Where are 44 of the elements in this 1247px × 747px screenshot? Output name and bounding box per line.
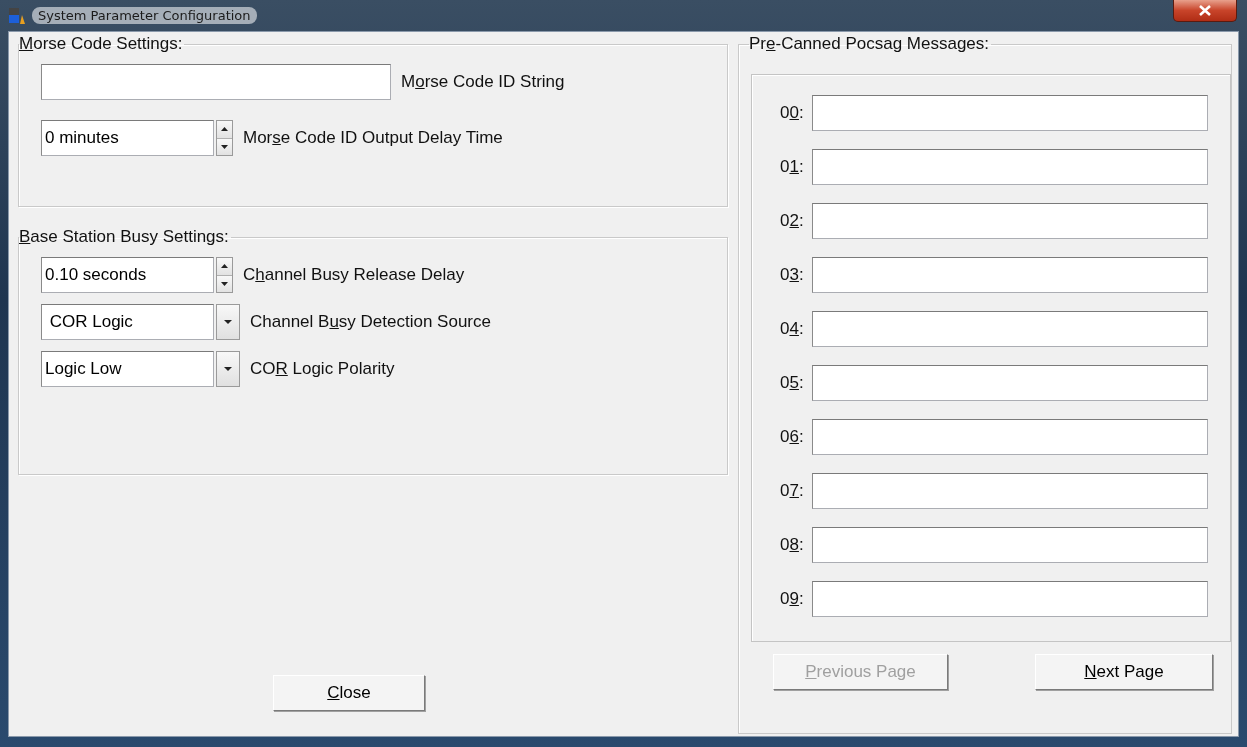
dropdown-caret-icon[interactable] <box>216 351 240 387</box>
message-number: 02: <box>780 211 805 231</box>
group-title: Pre-Canned Pocsag Messages: <box>749 34 991 54</box>
close-button[interactable]: Close <box>273 675 425 711</box>
spin-field[interactable]: 0.10 seconds <box>41 257 214 293</box>
message-number: 05: <box>780 373 805 393</box>
message-field[interactable] <box>812 149 1208 185</box>
group-title: Morse Code Settings: <box>19 34 184 54</box>
group-title: Base Station Busy Settings: <box>19 227 230 247</box>
message-number: 09: <box>780 589 805 609</box>
window-title: System Parameter Configuration <box>32 7 257 24</box>
field-label: Morse Code ID Output Delay Time <box>243 128 503 148</box>
spin-buttons[interactable] <box>216 257 233 293</box>
app-icon <box>8 6 26 25</box>
spin-field[interactable]: 0 minutes <box>41 120 214 156</box>
message-number: 03: <box>780 265 805 285</box>
message-number: 00: <box>780 103 805 123</box>
message-field[interactable] <box>812 365 1208 401</box>
field-label: Morse Code ID String <box>401 72 565 92</box>
spin-buttons[interactable] <box>216 120 233 156</box>
message-field[interactable] <box>812 95 1208 131</box>
message-number: 04: <box>780 319 805 339</box>
field-label: COR Logic Polarity <box>250 359 395 379</box>
spin-up-icon[interactable] <box>217 258 232 276</box>
field-label: Channel Busy Release Delay <box>243 265 465 285</box>
message-field[interactable] <box>812 419 1208 455</box>
dropdown-field[interactable]: COR Logic <box>41 304 214 340</box>
message-number: 01: <box>780 157 805 177</box>
message-field[interactable] <box>812 473 1208 509</box>
morse-id-field[interactable] <box>41 64 391 100</box>
message-number: 06: <box>780 427 805 447</box>
message-field[interactable] <box>812 527 1208 563</box>
message-number: 08: <box>780 535 805 555</box>
next-page-button[interactable]: Next Page <box>1035 654 1213 690</box>
message-number: 07: <box>780 481 805 501</box>
spin-up-icon[interactable] <box>217 121 232 139</box>
message-field[interactable] <box>812 311 1208 347</box>
message-field[interactable] <box>812 203 1208 239</box>
message-field[interactable] <box>812 581 1208 617</box>
close-icon[interactable] <box>1173 0 1237 22</box>
dropdown-field[interactable]: Logic Low <box>41 351 214 387</box>
field-label: Channel Busy Detection Source <box>250 312 491 332</box>
dropdown-caret-icon[interactable] <box>216 304 240 340</box>
message-field[interactable] <box>812 257 1208 293</box>
